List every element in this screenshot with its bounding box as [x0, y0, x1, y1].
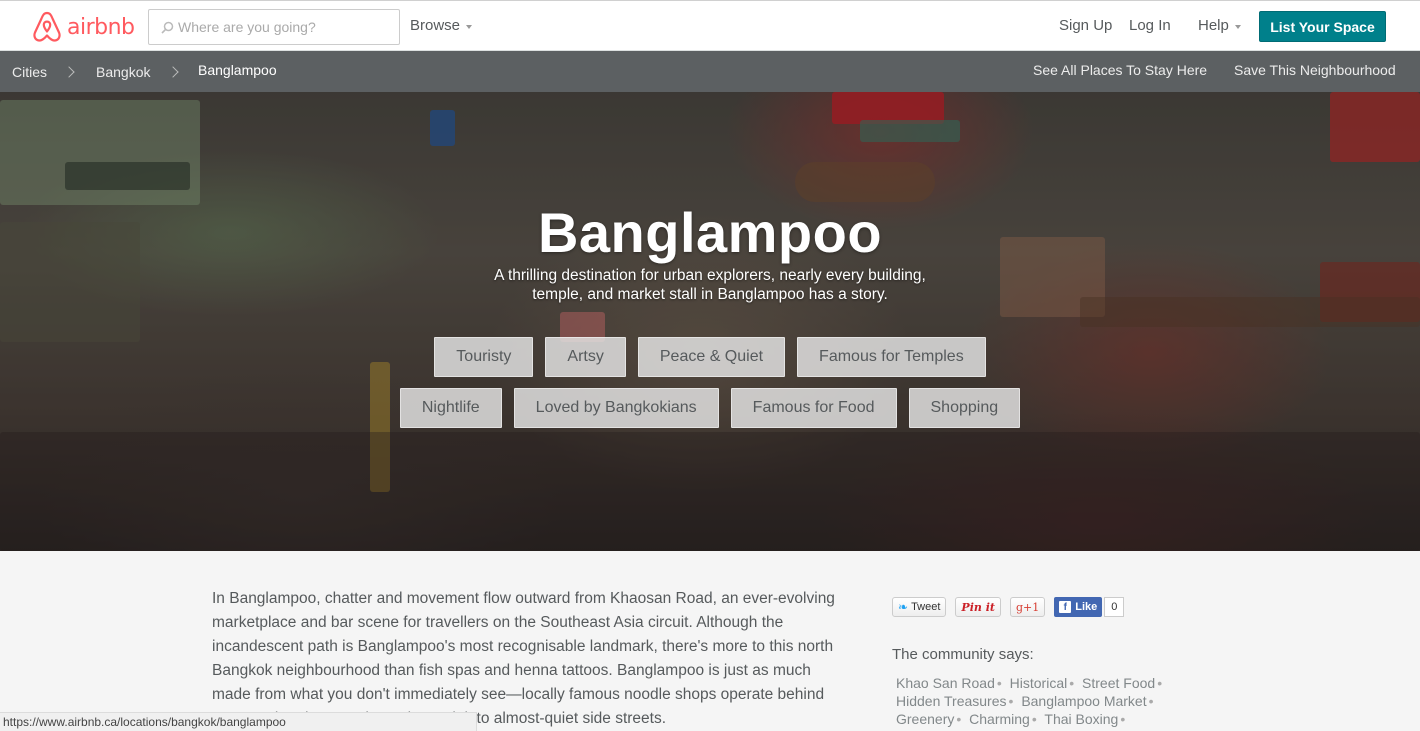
- community-heading: The community says:: [892, 646, 1034, 663]
- chevron-down-icon: [466, 24, 473, 29]
- tag-nightlife[interactable]: Nightlife: [399, 388, 502, 428]
- facebook-icon: f: [1059, 601, 1072, 613]
- log-in-link[interactable]: Log In: [1129, 17, 1171, 34]
- social-share-buttons: ❧ Tweet Pin it g+1 f Like 0: [892, 597, 1125, 617]
- browser-status-bar: https://www.airbnb.ca/locations/bangkok/…: [0, 712, 477, 731]
- community-tag[interactable]: Charming: [969, 711, 1030, 727]
- tag-famous-for-food[interactable]: Famous for Food: [730, 388, 897, 428]
- breadcrumb-cities[interactable]: Cities: [12, 64, 47, 80]
- sign-up-link[interactable]: Sign Up: [1059, 17, 1112, 34]
- community-tag[interactable]: Banglampoo Market: [1021, 693, 1146, 709]
- neighbourhood-title: Banglampoo: [537, 201, 883, 264]
- tag-loved-by-bangkokians[interactable]: Loved by Bangkokians: [513, 388, 719, 428]
- search-icon: [161, 21, 174, 34]
- tag-artsy[interactable]: Artsy: [545, 337, 626, 377]
- like-label: Like: [1075, 601, 1098, 613]
- community-tag[interactable]: Khao San Road: [896, 675, 995, 691]
- chevron-down-icon: [1234, 24, 1241, 29]
- sign-up-label: Sign Up: [1059, 17, 1113, 34]
- breadcrumb-bangkok[interactable]: Bangkok: [96, 64, 150, 80]
- airbnb-logo[interactable]: airbnb: [31, 10, 135, 44]
- community-tag[interactable]: Hidden Treasures: [896, 693, 1007, 709]
- pin-it-button[interactable]: Pin it: [955, 597, 1001, 617]
- location-search-box[interactable]: [148, 9, 400, 45]
- community-tag[interactable]: Greenery: [896, 711, 954, 727]
- pin-it-label: Pin it: [961, 600, 995, 614]
- see-all-places-link[interactable]: See All Places To Stay Here: [1033, 62, 1207, 78]
- browse-label: Browse: [410, 17, 461, 34]
- tag-famous-for-temples[interactable]: Famous for Temples: [797, 337, 986, 377]
- facebook-like-button[interactable]: f Like: [1054, 597, 1103, 617]
- google-plus-label: g+1: [1015, 600, 1040, 614]
- list-your-space-label: List Your Space: [1270, 18, 1375, 35]
- tag-row: Nightlife Loved by Bangkokians Famous fo…: [0, 388, 1420, 428]
- community-tag[interactable]: Thai Boxing: [1044, 711, 1118, 727]
- tag-peace-and-quiet[interactable]: Peace & Quiet: [637, 337, 786, 377]
- community-tag[interactable]: Historical: [1010, 675, 1068, 691]
- brand-wordmark: airbnb: [67, 14, 135, 40]
- twitter-bird-icon: ❧: [898, 600, 909, 614]
- breadcrumb-bar: Cities Bangkok Banglampoo See All Places…: [0, 51, 1420, 92]
- neighbourhood-subtitle: A thrilling destination for urban explor…: [494, 267, 926, 303]
- tag-shopping[interactable]: Shopping: [908, 388, 1021, 428]
- neighbourhood-description: In Banglampoo, chatter and movement flow…: [212, 590, 835, 727]
- chevron-right-icon: [63, 66, 75, 78]
- like-count: 0: [1104, 597, 1125, 617]
- community-tag-list: Khao San Road • Historical • Street Food • …: [896, 675, 1163, 727]
- chevron-right-icon: [167, 66, 179, 78]
- hero-banner: Banglampoo A thrilling destination for u…: [0, 92, 1420, 551]
- tweet-button[interactable]: ❧ Tweet: [892, 597, 947, 617]
- hero-overlay: [0, 92, 1420, 551]
- tweet-label: Tweet: [911, 601, 941, 613]
- save-neighbourhood-link[interactable]: Save This Neighbourhood: [1234, 62, 1396, 78]
- tag-touristy[interactable]: Touristy: [434, 337, 534, 377]
- help-dropdown[interactable]: Help: [1198, 17, 1241, 34]
- help-label: Help: [1198, 17, 1229, 34]
- top-navigation-bar: airbnb Browse Sign Up Log In Help List Y…: [0, 0, 1420, 51]
- list-your-space-button[interactable]: List Your Space: [1259, 11, 1386, 42]
- neighbourhood-tag-list: Touristy Artsy Peace & Quiet Famous for …: [0, 337, 1420, 439]
- community-tag[interactable]: Street Food: [1082, 675, 1155, 691]
- search-input[interactable]: [178, 19, 388, 35]
- google-plus-button[interactable]: g+1: [1009, 597, 1046, 617]
- log-in-label: Log In: [1129, 17, 1171, 34]
- airbnb-belo-icon: [33, 11, 61, 42]
- browse-dropdown[interactable]: Browse: [410, 17, 473, 34]
- tag-row: Touristy Artsy Peace & Quiet Famous for …: [0, 337, 1420, 377]
- breadcrumb-current: Banglampoo: [198, 62, 277, 78]
